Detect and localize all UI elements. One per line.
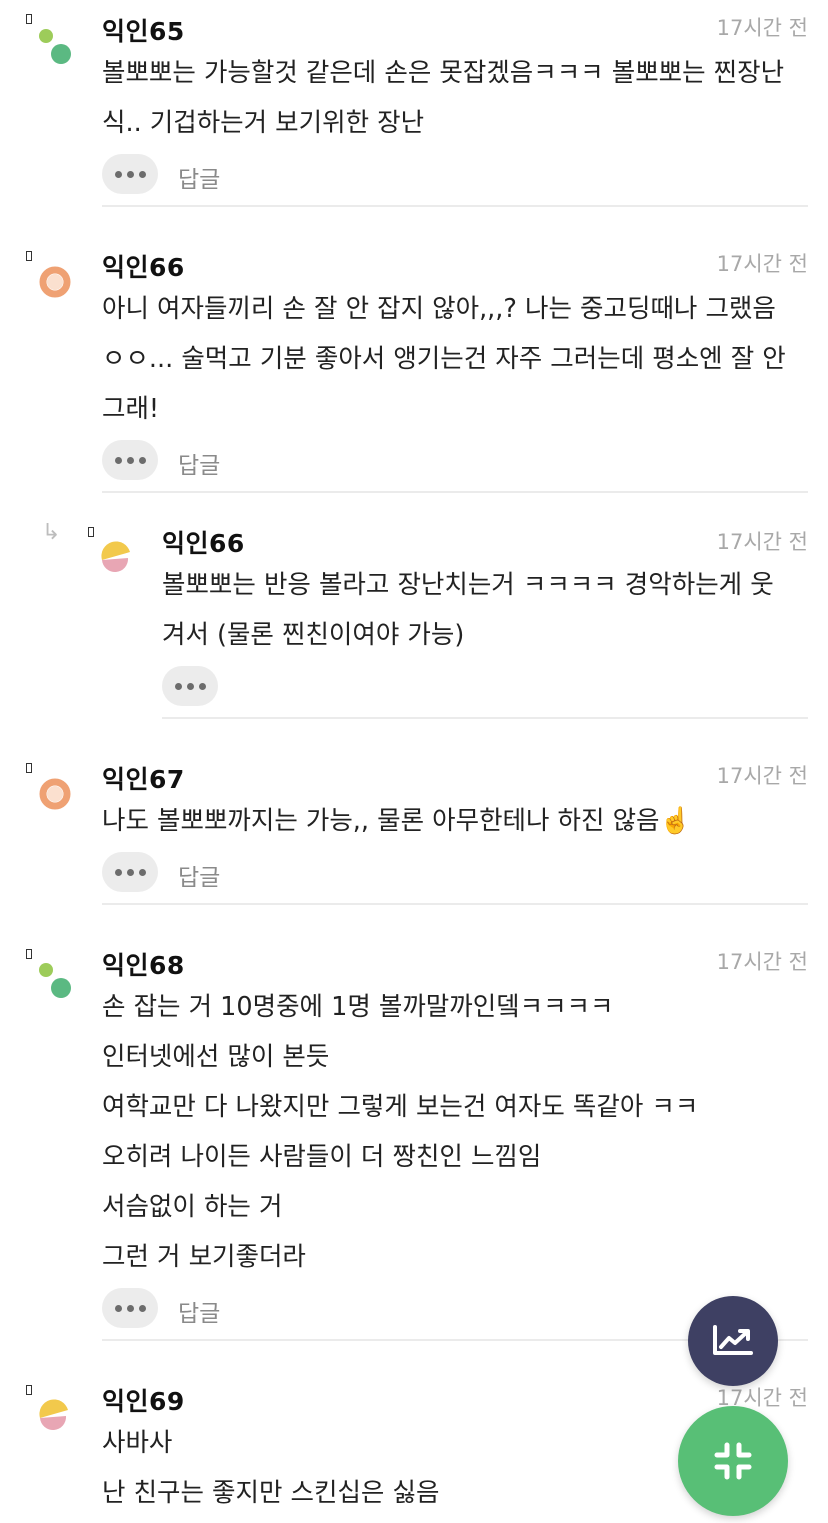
- avatar-icon: [39, 778, 71, 810]
- comment-time: 17시간 전: [716, 764, 808, 788]
- dot-icon: [198, 682, 206, 690]
- comment-line: 인터넷에선 많이 본듯: [102, 1042, 330, 1072]
- divider: [102, 205, 808, 207]
- comment-time: 17시간 전: [716, 950, 808, 974]
- reply-button[interactable]: 답글: [178, 446, 220, 480]
- report-flag-icon[interactable]: [26, 1385, 32, 1395]
- comment-line: 오히려 나이든 사람들이 더 짱친인 느낌임: [102, 1142, 542, 1172]
- comment-author: 익인68: [102, 951, 185, 980]
- more-options-button[interactable]: [102, 1288, 158, 1328]
- dot-icon: [114, 868, 122, 876]
- report-flag-icon[interactable]: [26, 251, 32, 261]
- avatar-icon: [39, 1399, 68, 1431]
- comment-author: 익인67: [102, 765, 185, 794]
- dot-icon: [138, 170, 146, 178]
- comment-line: 나도 볼뽀뽀까지는 가능,, 물론 아무한테나 하진 않음☝️: [102, 806, 692, 836]
- dot-icon: [138, 1304, 146, 1312]
- dot-icon: [126, 456, 134, 464]
- avatar-icon: [101, 541, 130, 573]
- comment-line: 손 잡는 거 10명중에 1명 볼까말까인뎈ㅋㅋㅋㅋ: [102, 992, 614, 1022]
- reply-button[interactable]: 답글: [178, 160, 220, 194]
- more-options-button[interactable]: [102, 852, 158, 892]
- comment-author: 익인66: [102, 253, 185, 282]
- dot-icon: [174, 682, 182, 690]
- dot-icon: [126, 170, 134, 178]
- more-options-button[interactable]: [162, 666, 218, 706]
- dot-icon: [114, 456, 122, 464]
- avatar-icon: [39, 963, 71, 998]
- more-options-button[interactable]: [102, 440, 158, 480]
- comment-line: 여학교만 다 나왔지만 그렇게 보는건 여자도 똑같아 ㅋㅋ: [102, 1092, 699, 1122]
- dot-icon: [114, 1304, 122, 1312]
- comment-body: 볼뽀뽀는 가능할것 같은데 손은 못잡겠음ㅋㅋㅋ 볼뽀뽀는 찐장난식.. 기겁하…: [102, 48, 796, 148]
- comment-time: 17시간 전: [716, 16, 808, 40]
- comment-body: 나도 볼뽀뽀까지는 가능,, 물론 아무한테나 하진 않음☝️: [102, 796, 796, 846]
- comment-time: 17시간 전: [716, 252, 808, 276]
- divider: [102, 903, 808, 905]
- comment-line: 아니 여자들끼리 손 잘 안 잡지 않아,,,? 나는 중고딩때나 그랬음 ㅇㅇ…: [102, 294, 786, 424]
- report-flag-icon[interactable]: [26, 949, 32, 959]
- trend-button[interactable]: [688, 1296, 778, 1386]
- dot-icon: [138, 868, 146, 876]
- reply-arrow-icon: ↳: [42, 520, 61, 545]
- comment-time: 17시간 전: [716, 530, 808, 554]
- divider: [162, 717, 808, 719]
- comment-line: 서슴없이 하는 거: [102, 1192, 283, 1222]
- more-options-button[interactable]: [102, 154, 158, 194]
- dot-icon: [126, 868, 134, 876]
- avatar-icon: [39, 266, 71, 298]
- comment-body: 손 잡는 거 10명중에 1명 볼까말까인뎈ㅋㅋㅋㅋ 인터넷에선 많이 본듯 여…: [102, 982, 796, 1282]
- comment-body: 아니 여자들끼리 손 잘 안 잡지 않아,,,? 나는 중고딩때나 그랬음 ㅇㅇ…: [102, 284, 796, 434]
- comment-line: 그런 거 보기좋더라: [102, 1242, 306, 1272]
- dot-icon: [138, 456, 146, 464]
- report-flag-icon[interactable]: [88, 527, 94, 537]
- report-flag-icon[interactable]: [26, 763, 32, 773]
- trending-up-icon: [713, 1325, 753, 1355]
- dot-icon: [114, 170, 122, 178]
- comment-body: 볼뽀뽀는 반응 볼라고 장난치는거 ㅋㅋㅋㅋ 경악하는게 웃겨서 (물론 찐친이…: [162, 560, 796, 660]
- collapse-icon: [714, 1442, 752, 1480]
- collapse-button[interactable]: [678, 1406, 788, 1516]
- comment-author: 익인65: [102, 17, 185, 46]
- comment-author: 익인66: [162, 529, 245, 558]
- comment-line: 볼뽀뽀는 반응 볼라고 장난치는거 ㅋㅋㅋㅋ 경악하는게 웃겨서 (물론 찐친이…: [162, 570, 774, 650]
- avatar-icon: [39, 29, 71, 64]
- reply-button[interactable]: 답글: [178, 1294, 220, 1328]
- reply-button[interactable]: 답글: [178, 858, 220, 892]
- dot-icon: [186, 682, 194, 690]
- dot-icon: [126, 1304, 134, 1312]
- comment-line: 볼뽀뽀는 가능할것 같은데 손은 못잡겠음ㅋㅋㅋ 볼뽀뽀는 찐장난식.. 기겁하…: [102, 58, 785, 138]
- divider: [102, 491, 808, 493]
- comment-author: 익인69: [102, 1387, 185, 1416]
- report-flag-icon[interactable]: [26, 14, 32, 24]
